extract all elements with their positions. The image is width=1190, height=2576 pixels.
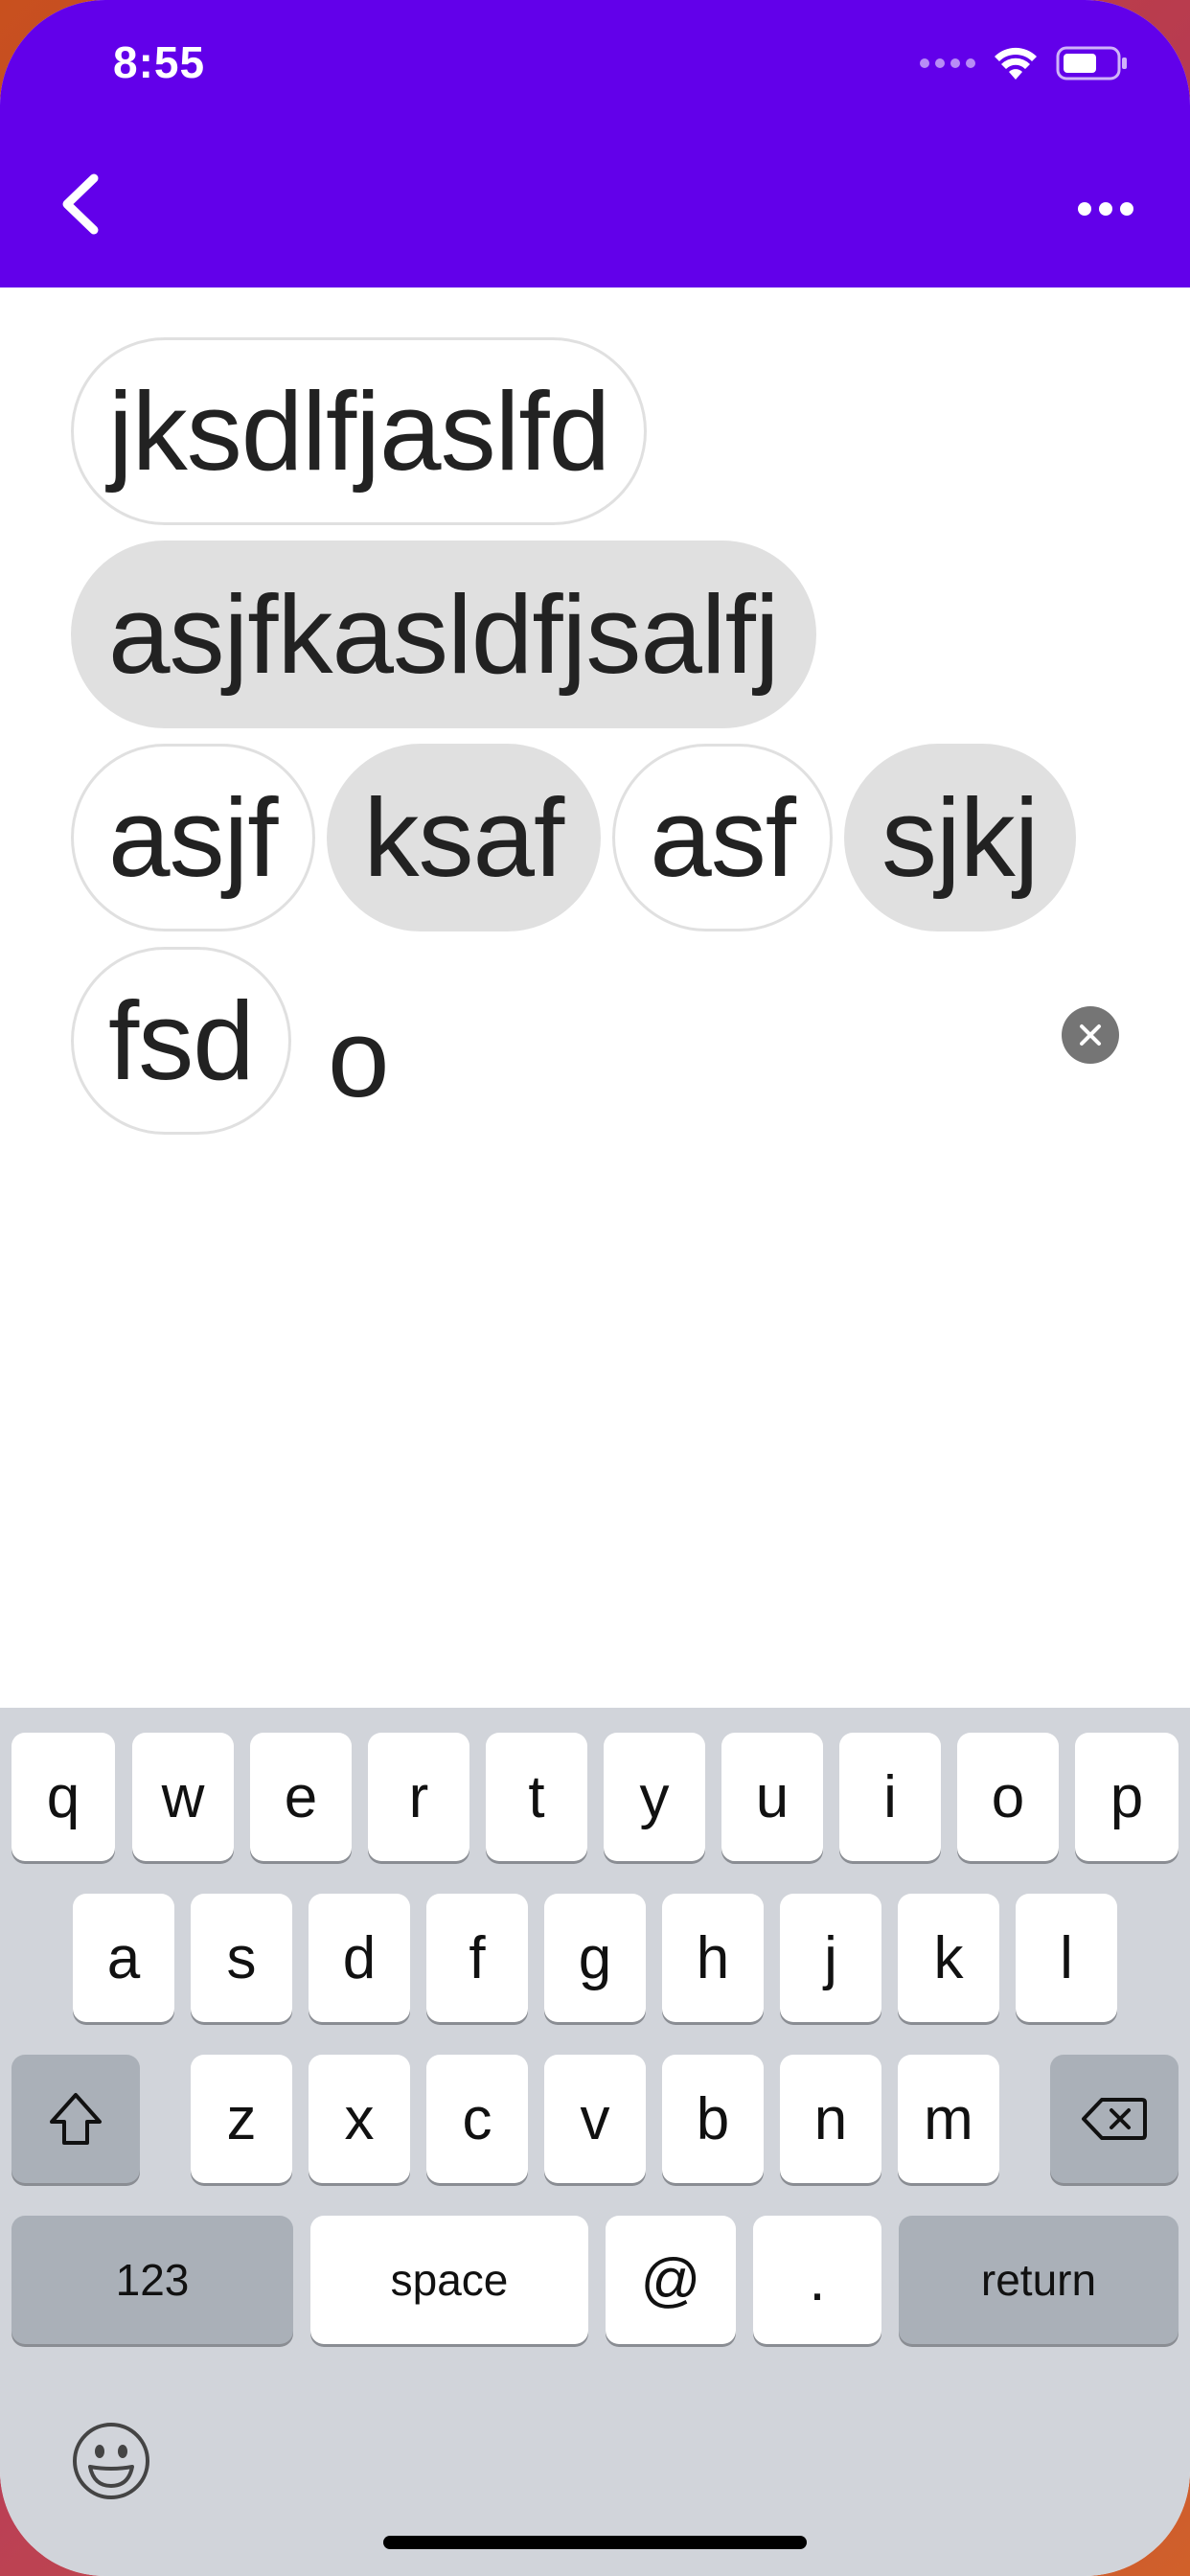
key-r[interactable]: r <box>368 1733 469 1861</box>
clear-button[interactable] <box>1062 1006 1119 1064</box>
key-h[interactable]: h <box>662 1894 764 2022</box>
key-f[interactable]: f <box>426 1894 528 2022</box>
key-p[interactable]: p <box>1075 1733 1179 1861</box>
key-x[interactable]: x <box>309 2055 410 2183</box>
key-k[interactable]: k <box>898 1894 999 2022</box>
more-options-button[interactable] <box>1075 190 1136 228</box>
delete-key[interactable] <box>1050 2055 1179 2183</box>
emoji-icon <box>73 2423 149 2499</box>
more-horizontal-icon <box>1078 202 1133 216</box>
key-g[interactable]: g <box>544 1894 646 2022</box>
key-d[interactable]: d <box>309 1894 410 2022</box>
chip[interactable]: ksaf <box>326 744 602 932</box>
key-q[interactable]: q <box>11 1733 115 1861</box>
shift-key[interactable] <box>11 2055 140 2183</box>
chip-row: jksdlfjaslfd <box>71 337 648 525</box>
at-key[interactable]: @ <box>606 2216 736 2344</box>
shift-icon <box>50 2093 102 2145</box>
numbers-key[interactable]: 123 <box>11 2216 293 2344</box>
chip[interactable]: jksdlfjaslfd <box>71 337 648 525</box>
chip[interactable]: asjf <box>71 744 315 932</box>
home-indicator[interactable] <box>383 2536 807 2549</box>
key-a[interactable]: a <box>73 1894 174 2022</box>
battery-icon <box>1056 46 1127 80</box>
key-y[interactable]: y <box>604 1733 705 1861</box>
key-n[interactable]: n <box>780 2055 881 2183</box>
cellular-signal-icon <box>920 58 975 68</box>
key-i[interactable]: i <box>839 1733 941 1861</box>
space-key[interactable]: space <box>310 2216 588 2344</box>
chip[interactable]: asf <box>612 744 834 932</box>
chip-row: fsd <box>71 947 291 1135</box>
back-button[interactable] <box>54 171 111 238</box>
key-o[interactable]: o <box>957 1733 1059 1861</box>
key-c[interactable]: c <box>426 2055 528 2183</box>
chevron-left-icon <box>62 173 99 235</box>
key-j[interactable]: j <box>780 1894 881 2022</box>
chip-row: asjfkasldfjsalfj <box>71 540 816 728</box>
key-e[interactable]: e <box>250 1733 352 1861</box>
key-l[interactable]: l <box>1016 1894 1117 2022</box>
return-key[interactable]: return <box>899 2216 1179 2344</box>
key-u[interactable]: u <box>721 1733 823 1861</box>
on-screen-keyboard: q w e r t y u i o p a s d f g h j k l z … <box>0 1708 1190 2576</box>
app-screen: 8:55 jksdlfjaslfd asjfkasldfjsalfj asjf … <box>0 0 1190 2576</box>
key-b[interactable]: b <box>662 2055 764 2183</box>
app-header: 8:55 <box>0 0 1190 288</box>
chip[interactable]: fsd <box>71 947 291 1135</box>
text-input[interactable]: o <box>328 964 390 1152</box>
key-t[interactable]: t <box>486 1733 587 1861</box>
chip-row: asjf ksaf asf sjkj <box>71 744 1076 932</box>
status-time: 8:55 <box>113 37 206 87</box>
period-key[interactable]: . <box>753 2216 881 2344</box>
emoji-button[interactable] <box>71 2421 151 2501</box>
chip[interactable]: sjkj <box>844 744 1076 932</box>
key-m[interactable]: m <box>898 2055 999 2183</box>
key-v[interactable]: v <box>544 2055 646 2183</box>
wifi-icon <box>995 47 1037 80</box>
key-s[interactable]: s <box>191 1894 292 2022</box>
chip[interactable]: asjfkasldfjsalfj <box>71 540 816 728</box>
status-icons <box>920 42 1129 84</box>
key-w[interactable]: w <box>132 1733 234 1861</box>
backspace-icon <box>1082 2098 1147 2140</box>
input-row: fsd o <box>71 947 1134 1135</box>
key-z[interactable]: z <box>191 2055 292 2183</box>
clear-icon <box>1080 1024 1101 1046</box>
